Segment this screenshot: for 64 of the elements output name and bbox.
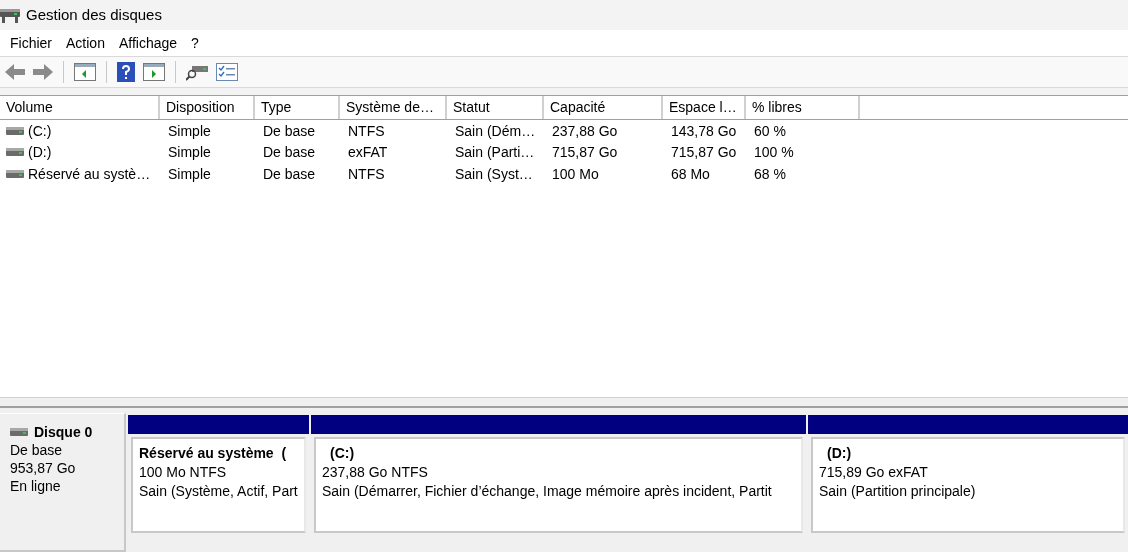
table-cell: 237,88 Go: [552, 122, 618, 139]
partition-panel[interactable]: (C:) 237,88 Go NTFS Sain (Démarrer, Fichier d’échange, Image mémoire après incident, Partit: [314, 437, 803, 533]
table-cell: NTFS: [348, 122, 385, 139]
table-cell: Sain (Syst…: [455, 165, 533, 182]
column-header[interactable]: Type: [255, 95, 340, 119]
properties-icon[interactable]: [214, 61, 240, 84]
pane-splitter[interactable]: [0, 397, 1128, 408]
table-cell: 100 %: [754, 144, 794, 161]
partition-name: (D:): [826, 445, 853, 461]
table-cell: De base: [263, 144, 316, 161]
disk-state: En ligne: [10, 478, 62, 494]
drive-icon: [6, 126, 24, 135]
table-cell: De base: [263, 165, 316, 182]
table-cell: 60 %: [754, 122, 786, 139]
table-cell: Simple: [168, 165, 211, 182]
menu-item[interactable]: Action: [59, 34, 112, 51]
menu-item[interactable]: Fichier: [3, 34, 59, 51]
table-cell: Sain (Dém…: [455, 122, 536, 139]
disk-name: Disque 0: [34, 424, 93, 440]
partition-name: Réservé au système (: [139, 445, 288, 461]
partition-detail: 100 Mo NTFS: [139, 464, 228, 480]
table-cell: 68 Mo: [671, 165, 710, 182]
partition-name: (C:): [329, 445, 356, 461]
column-header[interactable]: Système de…: [340, 95, 447, 119]
table-cell: Sain (Parti…: [455, 144, 535, 161]
table-cell: 143,78 Go: [671, 122, 737, 139]
column-header[interactable]: Espace l…: [663, 95, 746, 119]
column-header[interactable]: Volume: [0, 95, 160, 119]
table-cell: Réservé au systè…: [28, 165, 151, 182]
table-cell: 100 Mo: [552, 165, 599, 182]
forward-button[interactable]: [31, 62, 55, 83]
disk-type: De base: [10, 442, 64, 458]
action-pane-button[interactable]: [141, 61, 167, 84]
column-header[interactable]: % libres: [746, 95, 860, 119]
table-cell: De base: [263, 122, 316, 139]
drive-icon: [6, 169, 24, 178]
help-button[interactable]: [115, 60, 137, 85]
table-cell: NTFS: [348, 165, 385, 182]
column-header[interactable]: Disposition: [160, 95, 255, 119]
table-cell: (D:): [28, 144, 52, 161]
partition-panel[interactable]: (D:) 715,89 Go exFAT Sain (Partition principale): [811, 437, 1125, 533]
disk-size: 953,87 Go: [10, 460, 77, 476]
column-header[interactable]: Statut: [447, 95, 544, 119]
window-title: Gestion des disques: [26, 6, 162, 24]
table-cell: 715,87 Go: [552, 144, 618, 161]
table-cell: Simple: [168, 122, 211, 139]
partition-detail: 237,88 Go NTFS: [322, 464, 429, 480]
menu-item[interactable]: Affichage: [111, 34, 185, 51]
partition-status: Sain (Partition principale): [819, 483, 977, 499]
partition-panel[interactable]: Réservé au système ( 100 Mo NTFS Sain (Système, Actif, Part: [131, 437, 306, 533]
partition-detail: 715,89 Go exFAT: [819, 464, 929, 480]
drive-icon: [10, 428, 28, 436]
table-cell: (C:): [28, 122, 52, 139]
console-tree-button[interactable]: [72, 61, 98, 84]
table-cell: 68 %: [754, 165, 786, 182]
partition-status: Sain (Système, Actif, Part: [139, 483, 298, 499]
menu-item[interactable]: ?: [184, 34, 206, 51]
back-button[interactable]: [3, 62, 27, 83]
partition-status: Sain (Démarrer, Fichier d’échange, Image mémoire après incident, Partit: [322, 483, 773, 499]
table-cell: Simple: [168, 144, 211, 161]
table-cell: 715,87 Go: [671, 144, 737, 161]
drive-icon: [6, 148, 24, 157]
column-header[interactable]: Capacité: [544, 95, 663, 119]
table-cell: exFAT: [348, 144, 388, 161]
